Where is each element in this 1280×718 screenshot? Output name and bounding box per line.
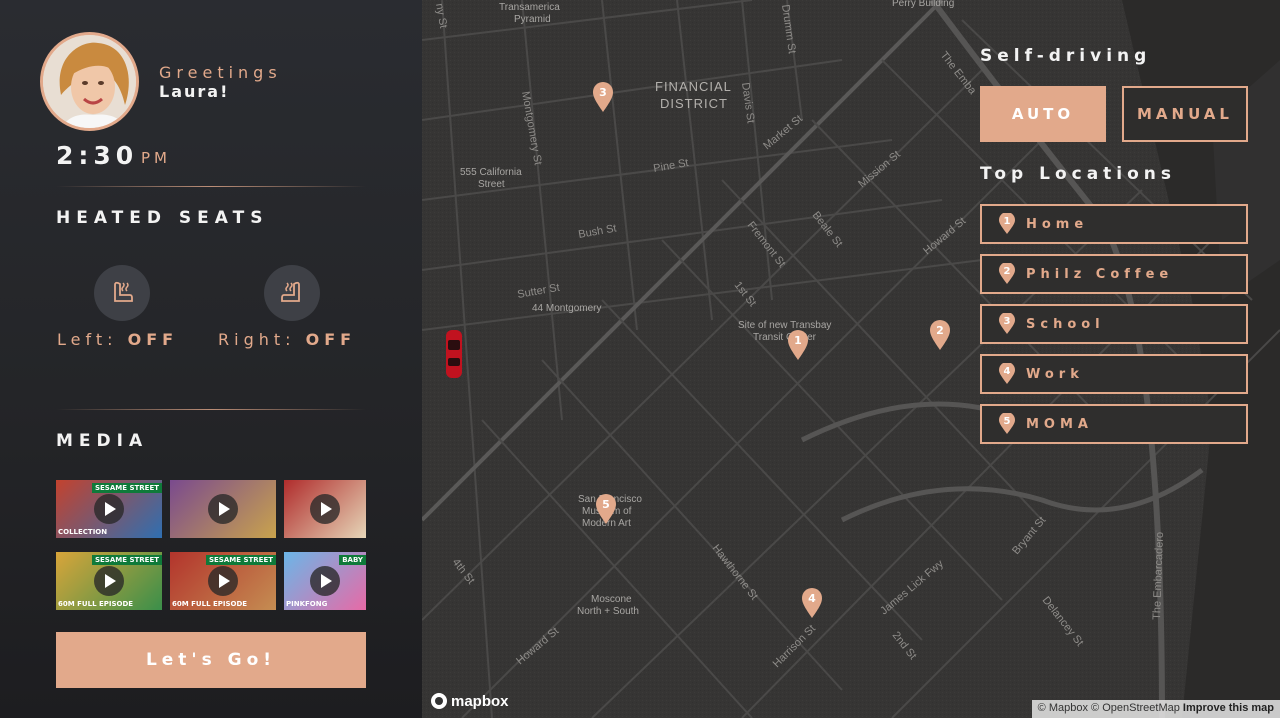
location-item-school[interactable]: 3 School: [980, 304, 1248, 344]
mapbox-icon: [431, 693, 447, 709]
svg-text:North + South: North + South: [577, 606, 639, 617]
clock-ampm: PM: [141, 149, 171, 167]
thumbnail-badge: SESAME STREET: [91, 555, 162, 565]
media-thumbnail[interactable]: SESAME STREET 60M FULL EPISODE: [170, 552, 276, 610]
play-icon: [310, 494, 340, 524]
location-label: Philz Coffee: [1026, 266, 1174, 282]
right-seat-button[interactable]: [264, 265, 320, 321]
media-thumbnail[interactable]: SESAME STREET 60M FULL EPISODE: [56, 552, 162, 610]
svg-text:44 Montgomery: 44 Montgomery: [532, 303, 601, 314]
svg-text:Transamerica: Transamerica: [499, 2, 560, 13]
play-icon: [94, 566, 124, 596]
pin-number: 5: [602, 498, 610, 511]
pin-number: 4: [808, 592, 816, 605]
mapbox-logo[interactable]: mapbox: [430, 692, 509, 710]
avatar: [40, 32, 139, 131]
pin-number: 2: [936, 324, 944, 337]
media-thumbnail[interactable]: BABY PINKFONG: [284, 552, 366, 610]
app-root: Greetings Laura! 2:30 PM HEATED SEATS Le…: [0, 0, 1280, 718]
pin-number: 3: [1004, 316, 1011, 327]
improve-map-link[interactable]: Improve this map: [1183, 702, 1274, 714]
heated-seats-title: HEATED SEATS: [56, 208, 269, 228]
thumbnail-tag: PINKFONG: [286, 600, 328, 608]
right-seat-label: Right:: [218, 330, 296, 349]
thumbnail-badge: SESAME STREET: [205, 555, 276, 565]
auto-mode-button[interactable]: AUTO: [980, 86, 1106, 142]
top-locations-title: Top Locations: [980, 164, 1177, 184]
svg-text:Pyramid: Pyramid: [514, 14, 551, 25]
thumbnail-badge: BABY: [339, 555, 366, 565]
clock-time: 2:30: [56, 141, 139, 170]
location-item-moma[interactable]: 5 MOMA: [980, 404, 1248, 444]
pin-number: 1: [794, 334, 802, 347]
mapbox-logo-text: mapbox: [451, 692, 509, 710]
play-icon: [208, 494, 238, 524]
media-thumbnail[interactable]: SESAME STREET COLLECTION: [56, 480, 162, 538]
pin-number: 5: [1004, 416, 1011, 427]
location-item-philz-coffee[interactable]: 2 Philz Coffee: [980, 254, 1248, 294]
pin-icon: 5: [998, 412, 1016, 435]
attribution-osm[interactable]: © OpenStreetMap: [1091, 702, 1180, 714]
pin-number: 2: [1004, 266, 1011, 277]
pin-icon: 1: [998, 212, 1016, 235]
attribution-mapbox[interactable]: © Mapbox: [1038, 702, 1088, 714]
left-seat-state: OFF: [127, 330, 179, 349]
location-label: Work: [1026, 366, 1084, 382]
svg-text:FINANCIAL: FINANCIAL: [655, 79, 732, 94]
thumbnail-tag: 60M FULL EPISODE: [58, 600, 134, 608]
left-seat-status: Left: OFF: [57, 330, 178, 349]
location-label: Home: [1026, 216, 1089, 232]
seat-heat-icon: [114, 281, 133, 302]
car-marker: [446, 330, 462, 378]
location-item-home[interactable]: 1 Home: [980, 204, 1248, 244]
svg-text:Street: Street: [478, 179, 505, 190]
media-thumbnail[interactable]: [284, 480, 366, 538]
seat-heat-icon: [281, 281, 300, 302]
right-seat-state: OFF: [305, 330, 357, 349]
pin-icon: 2: [998, 262, 1016, 285]
pin-number: 1: [1004, 216, 1011, 227]
left-seat-label: Left:: [57, 330, 118, 349]
pin-number: 4: [1004, 366, 1011, 377]
location-item-work[interactable]: 4 Work: [980, 354, 1248, 394]
user-name: Laura!: [159, 82, 230, 101]
self-driving-title: Self-driving: [980, 46, 1152, 66]
location-label: School: [1026, 316, 1105, 332]
thumbnail-tag: COLLECTION: [58, 528, 108, 536]
sidebar: Greetings Laura! 2:30 PM HEATED SEATS Le…: [0, 0, 422, 718]
play-icon: [310, 566, 340, 596]
play-icon: [208, 566, 238, 596]
pin-icon: 3: [998, 312, 1016, 335]
divider: [56, 186, 366, 187]
svg-text:DISTRICT: DISTRICT: [660, 96, 728, 111]
pin-icon: 4: [998, 362, 1016, 385]
svg-text:555 California: 555 California: [460, 167, 522, 178]
lets-go-button[interactable]: Let's Go!: [56, 632, 366, 688]
media-title: MEDIA: [56, 431, 149, 451]
thumbnail-tag: 60M FULL EPISODE: [172, 600, 248, 608]
pin-number: 3: [599, 86, 607, 99]
map-attribution: © Mapbox © OpenStreetMap Improve this ma…: [1031, 700, 1280, 718]
location-label: MOMA: [1026, 416, 1093, 432]
left-seat-button[interactable]: [94, 265, 150, 321]
media-thumbnail[interactable]: [170, 480, 276, 538]
svg-text:Moscone: Moscone: [591, 594, 632, 605]
svg-text:Site of new Transbay: Site of new Transbay: [738, 320, 831, 331]
svg-text:Perry Building: Perry Building: [892, 0, 954, 9]
thumbnail-badge: SESAME STREET: [91, 483, 162, 493]
manual-mode-button[interactable]: MANUAL: [1122, 86, 1248, 142]
play-icon: [94, 494, 124, 524]
greeting-text: Greetings: [159, 63, 282, 82]
divider: [56, 409, 366, 410]
right-seat-status: Right: OFF: [218, 330, 356, 349]
